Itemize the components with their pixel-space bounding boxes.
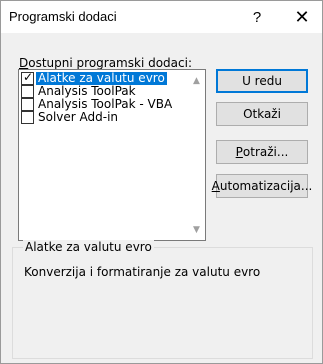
addin-checkbox[interactable]	[21, 111, 34, 124]
addin-checkbox[interactable]	[21, 85, 34, 98]
add-ins-dialog: Programski dodaci ? ✕ Dostupni programsk…	[0, 0, 323, 364]
addins-list: ✓ Alatke za valutu evro Analysis ToolPak…	[19, 70, 187, 124]
close-button[interactable]: ✕	[282, 1, 322, 33]
scroll-down-icon[interactable]: ▼	[188, 221, 205, 238]
browse-button[interactable]: Potraži...	[216, 140, 308, 164]
help-button[interactable]: ?	[237, 1, 277, 33]
scroll-up-icon[interactable]: ▲	[188, 72, 205, 89]
addin-label: Solver Add-in	[38, 110, 119, 124]
description-group: Alatke za valutu evro Konverzija i forma…	[12, 240, 313, 359]
addin-item-solver[interactable]: Solver Add-in	[19, 111, 187, 124]
addins-list-label: Dostupni programski dodaci:	[19, 56, 193, 70]
addin-checkbox[interactable]: ✓	[21, 70, 34, 85]
close-icon: ✕	[294, 6, 310, 27]
window-title: Programski dodaci	[9, 9, 117, 24]
title-bar: Programski dodaci ? ✕	[1, 1, 322, 33]
addin-checkbox[interactable]	[21, 98, 34, 111]
checkmark-icon: ✓	[23, 70, 34, 84]
listbox-scrollbar[interactable]: ▲ ▼	[188, 70, 205, 240]
description-title: Alatke za valutu evro	[23, 240, 154, 254]
addins-listbox[interactable]: ✓ Alatke za valutu evro Analysis ToolPak…	[18, 69, 206, 241]
automation-button[interactable]: Automatizacija...	[212, 174, 312, 198]
description-text: Konverzija i formatiranje za valutu evro	[24, 265, 261, 279]
ok-button[interactable]: U redu	[216, 69, 308, 93]
cancel-button[interactable]: Otkaži	[216, 102, 308, 126]
